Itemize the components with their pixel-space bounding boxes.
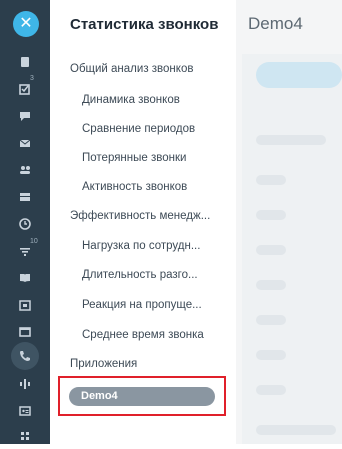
blurred-row <box>256 210 286 220</box>
blurred-row <box>256 135 326 145</box>
document-icon[interactable] <box>0 49 50 75</box>
sidebar-title: Статистика звонков <box>70 16 219 33</box>
filter-badge: 10 <box>30 238 38 245</box>
filter-icon[interactable] <box>0 238 50 264</box>
blurred-row <box>256 385 286 395</box>
grid-icon[interactable] <box>0 423 50 449</box>
blurred-row <box>256 175 286 185</box>
selection-highlight <box>58 376 226 416</box>
nav-section-applications: Приложения <box>70 358 138 370</box>
book-icon[interactable] <box>0 265 50 291</box>
clock-icon[interactable] <box>0 211 50 237</box>
mail-icon[interactable] <box>0 130 50 156</box>
checkbox-icon[interactable] <box>0 76 50 102</box>
users-icon[interactable] <box>0 157 50 183</box>
chat-icon[interactable] <box>0 103 50 129</box>
nav-item-manager-efficiency[interactable]: Эффективность менедж... <box>70 210 256 222</box>
blurred-row <box>256 280 286 290</box>
network-icon[interactable] <box>0 371 50 397</box>
close-icon[interactable]: ✕ <box>13 11 39 37</box>
calendar-icon[interactable] <box>0 292 50 318</box>
storage-icon[interactable] <box>0 184 50 210</box>
left-icon-rail: ✕ 3 10 <box>0 0 50 444</box>
checkbox-badge: 3 <box>30 75 34 82</box>
id-card-icon[interactable] <box>0 398 50 424</box>
blurred-row <box>256 350 286 360</box>
nav-item-general-analysis[interactable]: Общий анализ звонков <box>70 63 256 75</box>
blurred-row <box>256 425 336 435</box>
page-title: Demo4 <box>248 14 303 33</box>
main-content: Demo4 <box>236 0 342 444</box>
phone-icon[interactable] <box>11 342 39 370</box>
blurred-row <box>256 245 286 255</box>
blurred-banner <box>256 62 342 88</box>
blurred-row <box>256 315 286 325</box>
